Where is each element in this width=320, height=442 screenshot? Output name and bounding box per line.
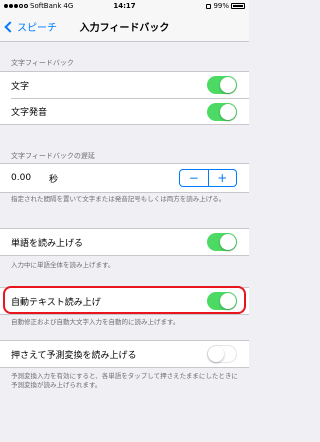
footer-delay: 指定された間隔を置いて文字または発音記号もしくは両方を読み上げる。 (11, 195, 226, 203)
row-hold-predictions: 押さえて予測変換を読み上げる (0, 341, 249, 367)
network-label: 4G (63, 2, 74, 10)
section-header-text-feedback: 文字フィードバック (11, 59, 74, 67)
row-delay: 0.00 秒 − + (0, 164, 249, 192)
highlight-annotation (3, 286, 246, 314)
back-button-label: スピーチ (17, 23, 57, 34)
footer-auto-text: 自動修正および自動大文字入力を自動的に読み上げます。 (11, 318, 180, 326)
row-speak-words: 単語を読み上げる (0, 229, 249, 255)
battery-percent: 99% (213, 2, 229, 10)
group-text-feedback: 文字 文字発音 (0, 71, 249, 125)
row-character: 文字 (0, 72, 249, 98)
row-label-hold-predictions: 押さえて予測変換を読み上げる (11, 350, 137, 361)
status-time: 14:17 (113, 2, 136, 10)
status-right: 99% (155, 2, 245, 10)
row-label-character-phonetics: 文字発音 (11, 108, 48, 118)
carrier-label: SoftBank (30, 2, 62, 10)
row-label-speak-words: 単語を読み上げる (11, 238, 84, 249)
row-label-character: 文字 (11, 81, 30, 92)
footer-hold-predictions: 予測変換入力を有効にすると、各単語をタップして押さえたままにしたときに予測変換が… (11, 372, 238, 389)
toggle-character[interactable] (207, 76, 237, 94)
stepper-minus-button[interactable]: − (180, 170, 208, 186)
group-words: 単語を読み上げる (0, 228, 249, 256)
toggle-character-phonetics[interactable] (207, 102, 237, 121)
section-header-delay: 文字フィードバックの遅延 (11, 152, 95, 160)
chevron-left-icon (4, 20, 16, 33)
back-button[interactable]: スピーチ (3, 19, 57, 34)
delay-unit: 秒 (49, 174, 59, 185)
delay-value-wrap: 0.00 秒 (11, 172, 58, 185)
status-left: SoftBank 4G (4, 2, 94, 10)
group-delay: 0.00 秒 − + (0, 163, 249, 193)
status-bar: SoftBank 4G 14:17 99% (0, 0, 249, 12)
footer-words: 入力中に単語全体を読み上げます。 (11, 261, 115, 269)
battery-icon (231, 3, 245, 9)
group-hold-predictions: 押さえて予測変換を読み上げる (0, 340, 249, 368)
row-character-phonetics: 文字発音 (11, 98, 249, 124)
navigation-bar: スピーチ 入力フィードバック (0, 12, 249, 42)
delay-stepper[interactable]: − + (179, 169, 237, 187)
orientation-lock-icon (206, 3, 212, 9)
stepper-plus-button[interactable]: + (207, 170, 237, 186)
toggle-speak-words[interactable] (207, 233, 237, 251)
signal-strength-icon (4, 4, 28, 8)
delay-value: 0.00 (11, 173, 32, 183)
toggle-hold-predictions[interactable] (207, 345, 237, 363)
